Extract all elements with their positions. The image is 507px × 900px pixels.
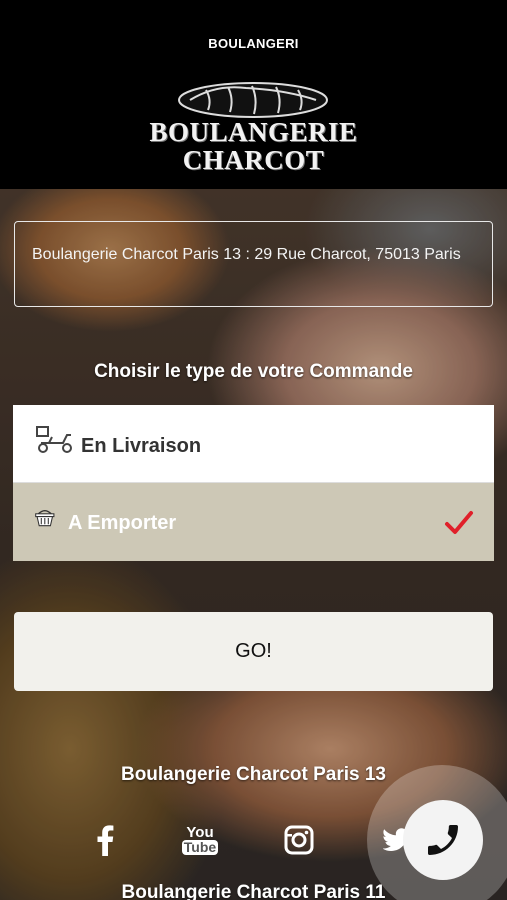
phone-icon bbox=[428, 825, 458, 855]
instagram-icon bbox=[284, 825, 314, 855]
store-address-text: Boulangerie Charcot Paris 13 : 29 Rue Ch… bbox=[32, 246, 461, 263]
call-button[interactable] bbox=[403, 800, 483, 880]
youtube-icon: You Tube bbox=[181, 824, 219, 855]
option-takeaway[interactable]: A Emporter bbox=[13, 483, 494, 561]
brand-logo-text: BOULANGERIE CHARCOT bbox=[149, 117, 358, 175]
checkmark-icon bbox=[445, 511, 473, 534]
basket-icon bbox=[35, 509, 55, 527]
bread-logo-icon bbox=[178, 82, 328, 118]
order-type-heading: Choisir le type de votre Commande bbox=[94, 361, 413, 382]
store-address-field[interactable]: Boulangerie Charcot Paris 13 : 29 Rue Ch… bbox=[14, 221, 493, 307]
instagram-link[interactable] bbox=[283, 821, 315, 859]
facebook-link[interactable] bbox=[92, 821, 118, 859]
option-delivery-label: En Livraison bbox=[81, 435, 202, 457]
go-button[interactable]: GO! bbox=[14, 612, 493, 691]
scooter-icon bbox=[36, 426, 72, 453]
option-takeaway-label: A Emporter bbox=[68, 512, 177, 534]
page-title: BOULANGERI bbox=[208, 36, 299, 51]
app-header: BOULANGERI BOULANGERIE CHARCOT bbox=[0, 0, 507, 189]
facebook-icon bbox=[97, 825, 114, 856]
option-delivery[interactable]: En Livraison bbox=[13, 405, 494, 483]
youtube-link[interactable]: You Tube bbox=[181, 821, 219, 859]
